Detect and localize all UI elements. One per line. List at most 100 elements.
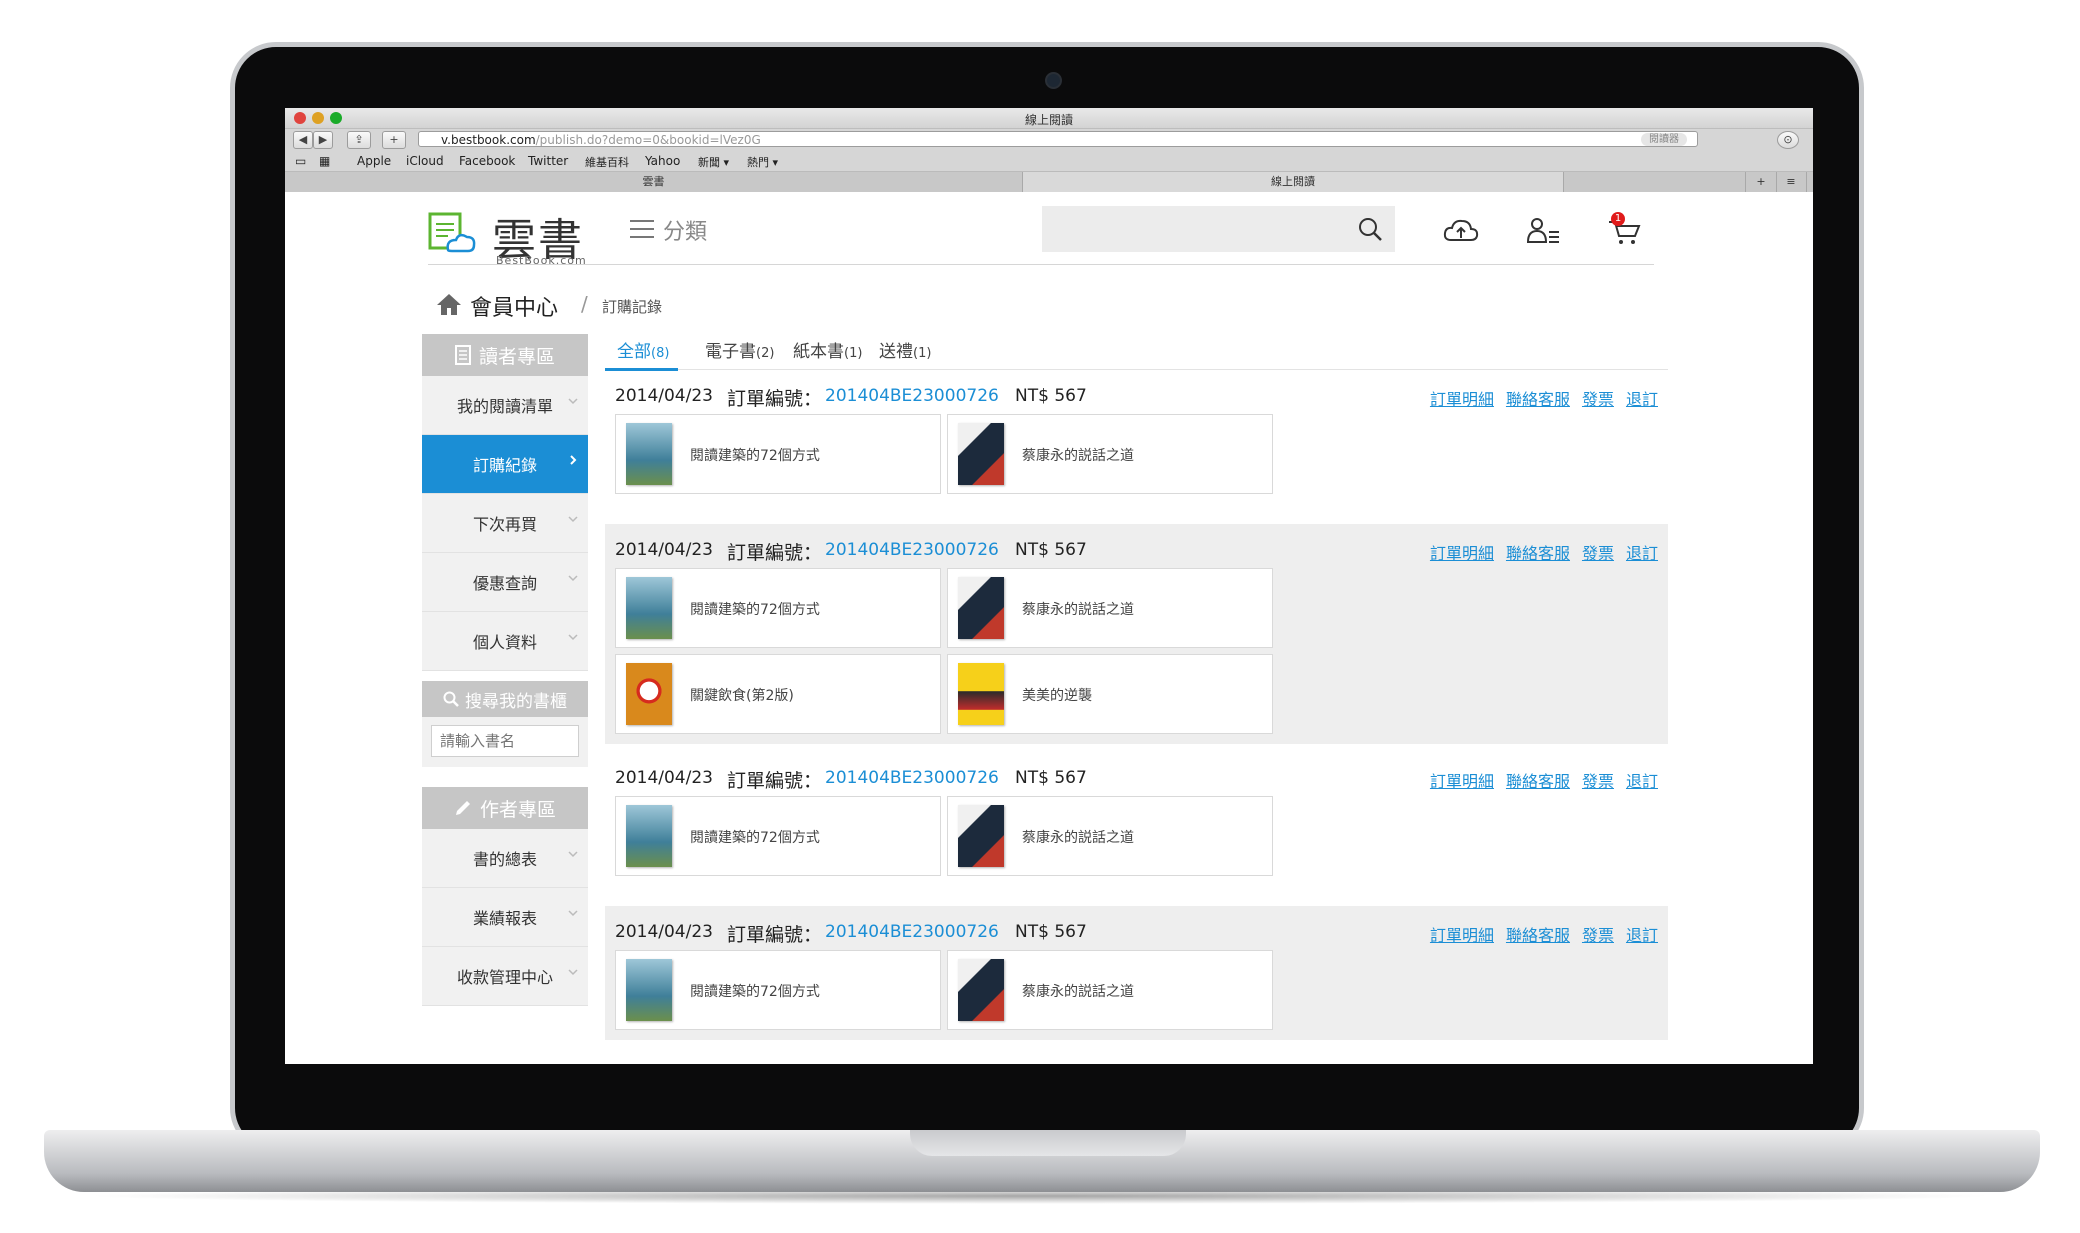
screen: 線上閱讀 ◀ ▶ ⇪ + v.bestbook.com/publish.do?d… <box>285 108 1813 1064</box>
sidebar-item-buy-later[interactable]: 下次再買 <box>422 494 588 553</box>
order-books: 閱讀建築的72個方式 蔡康永的説話之道 <box>615 414 1285 494</box>
downloads-icon[interactable]: ⊙ <box>1777 131 1799 149</box>
tab-all[interactable]: 全部(8) <box>617 337 669 362</box>
invoice-link[interactable]: 發票 <box>1582 926 1614 945</box>
order-header: 2014/04/23 訂單編號： 201404BE23000726 NT$ 56… <box>615 534 1658 568</box>
book-cover <box>958 423 1004 485</box>
forward-icon[interactable]: ▶ <box>313 131 333 149</box>
category-menu-icon[interactable] <box>630 220 654 240</box>
tab-gifts[interactable]: 送禮(1) <box>879 337 931 362</box>
member-icon[interactable] <box>1526 216 1562 246</box>
sidebar-item-book-list[interactable]: 書的總表 <box>422 829 588 888</box>
cancel-order-link[interactable]: 退訂 <box>1626 390 1658 409</box>
bookshelf-search-input[interactable] <box>431 725 579 757</box>
search-icon[interactable] <box>1357 216 1383 242</box>
book-title: 蔡康永的説話之道 <box>1022 830 1134 846</box>
breadcrumb-separator: / <box>581 292 588 316</box>
sidebar-item-sales-report[interactable]: 業績報表 <box>422 888 588 947</box>
order-number[interactable]: 201404BE23000726 <box>825 540 999 560</box>
order-filter-tabs: 全部(8) 電子書(2) 紙本書(1) 送禮(1) <box>605 329 1668 371</box>
tab-print-books[interactable]: 紙本書(1) <box>793 337 862 362</box>
invoice-link[interactable]: 發票 <box>1582 772 1614 791</box>
camera-icon <box>1045 72 1062 89</box>
cancel-order-link[interactable]: 退訂 <box>1626 926 1658 945</box>
header-divider <box>428 264 1654 265</box>
cloud-upload-icon[interactable] <box>1443 216 1479 246</box>
order-card: 2014/04/23 訂單編號： 201404BE23000726 NT$ 56… <box>605 524 1668 744</box>
book-item[interactable]: 閱讀建築的72個方式 <box>615 796 941 876</box>
cart-count-badge: 1 <box>1611 212 1625 226</box>
add-bookmark-icon[interactable]: + <box>382 131 406 149</box>
order-header: 2014/04/23 訂單編號： 201404BE23000726 NT$ 56… <box>615 380 1658 414</box>
reader-button[interactable]: 閱讀器 <box>1641 133 1687 146</box>
tab-count: (8) <box>651 346 670 361</box>
sidebar-item-payment-center[interactable]: 收款管理中心 <box>422 947 588 1006</box>
tab-overview-icon[interactable]: ≡ <box>1776 172 1807 192</box>
bookmark-wikipedia[interactable]: 維基百科 <box>585 154 629 170</box>
book-item[interactable]: 蔡康永的説話之道 <box>947 950 1273 1030</box>
book-title: 閱讀建築的72個方式 <box>690 984 820 1000</box>
home-icon[interactable] <box>436 292 462 316</box>
share-icon[interactable]: ⇪ <box>347 131 371 149</box>
sidebar-item-order-history[interactable]: 訂購紀錄 <box>422 435 588 494</box>
reader-section-title: 讀者專區 <box>478 345 555 368</box>
order-number[interactable]: 201404BE23000726 <box>825 768 999 788</box>
book-item[interactable]: 蔡康永的説話之道 <box>947 568 1273 648</box>
back-icon[interactable]: ◀ <box>293 131 313 149</box>
contact-support-link[interactable]: 聯絡客服 <box>1506 772 1570 791</box>
bookmark-yahoo[interactable]: Yahoo <box>645 154 680 168</box>
tab-ebooks[interactable]: 電子書(2) <box>705 337 774 362</box>
browser-tab-2[interactable]: 線上閱讀 <box>1023 172 1564 192</box>
invoice-link[interactable]: 發票 <box>1582 544 1614 563</box>
contact-support-link[interactable]: 聯絡客服 <box>1506 544 1570 563</box>
tab-count: (2) <box>756 346 775 361</box>
book-item[interactable]: 蔡康永的説話之道 <box>947 414 1273 494</box>
top-sites-icon[interactable]: ▦ <box>319 154 330 168</box>
book-item[interactable]: 閱讀建築的72個方式 <box>615 568 941 648</box>
order-number[interactable]: 201404BE23000726 <box>825 922 999 942</box>
sidebar-item-reading-list[interactable]: 我的閱讀清單 <box>422 376 588 435</box>
order-detail-link[interactable]: 訂單明細 <box>1430 390 1494 409</box>
invoice-link[interactable]: 發票 <box>1582 390 1614 409</box>
book-item[interactable]: 閱讀建築的72個方式 <box>615 414 941 494</box>
bookmark-facebook[interactable]: Facebook <box>459 154 515 168</box>
book-item[interactable]: 關鍵飲食(第2版) <box>615 654 941 734</box>
tab-count: (1) <box>913 346 932 361</box>
cancel-order-link[interactable]: 退訂 <box>1626 544 1658 563</box>
bookmark-twitter[interactable]: Twitter <box>528 154 568 168</box>
bookmarks-bar: ▭ ▦ Apple iCloud Facebook Twitter 維基百科 Y… <box>285 151 1813 172</box>
site-search-input[interactable] <box>1042 206 1395 252</box>
order-detail-link[interactable]: 訂單明細 <box>1430 544 1494 563</box>
order-detail-link[interactable]: 訂單明細 <box>1430 926 1494 945</box>
bookmark-popular[interactable]: 熱門 ▾ <box>747 154 778 170</box>
bookmark-news[interactable]: 新聞 ▾ <box>698 154 729 170</box>
contact-support-link[interactable]: 聯絡客服 <box>1506 926 1570 945</box>
book-item[interactable]: 閱讀建築的72個方式 <box>615 950 941 1030</box>
book-cover <box>626 805 672 867</box>
new-tab-icon[interactable]: + <box>1745 172 1777 192</box>
order-number[interactable]: 201404BE23000726 <box>825 386 999 406</box>
book-item[interactable]: 美美的逆襲 <box>947 654 1273 734</box>
reading-list-icon[interactable]: ▭ <box>295 154 306 168</box>
book-cover <box>958 959 1004 1021</box>
bookmark-icloud[interactable]: iCloud <box>406 154 444 168</box>
order-detail-link[interactable]: 訂單明細 <box>1430 772 1494 791</box>
sidebar-item-profile[interactable]: 個人資料 <box>422 612 588 671</box>
order-date: 2014/04/23 <box>615 922 713 942</box>
contact-support-link[interactable]: 聯絡客服 <box>1506 390 1570 409</box>
sidebar-item-label: 收款管理中心 <box>456 968 553 987</box>
sidebar-item-discounts[interactable]: 優惠查詢 <box>422 553 588 612</box>
browser-tab-1[interactable]: 雲書 <box>285 172 1023 192</box>
book-item[interactable]: 蔡康永的説話之道 <box>947 796 1273 876</box>
breadcrumb-member-center[interactable]: 會員中心 <box>470 290 558 322</box>
reader-section-header: 讀者專區 <box>422 334 588 376</box>
bookmark-apple[interactable]: Apple <box>357 154 391 168</box>
cancel-order-link[interactable]: 退訂 <box>1626 772 1658 791</box>
sidebar-item-label: 訂購紀錄 <box>472 456 537 475</box>
bookshelf-search-box <box>422 717 588 767</box>
logo-icon[interactable] <box>428 212 476 254</box>
url-bar[interactable]: v.bestbook.com/publish.do?demo=0&bookid=… <box>418 131 1698 147</box>
bookshelf-search-title: 搜尋我的書櫃 <box>465 691 567 712</box>
category-menu-label[interactable]: 分類 <box>663 214 707 246</box>
order-number-label: 訂單編號： <box>727 388 823 410</box>
